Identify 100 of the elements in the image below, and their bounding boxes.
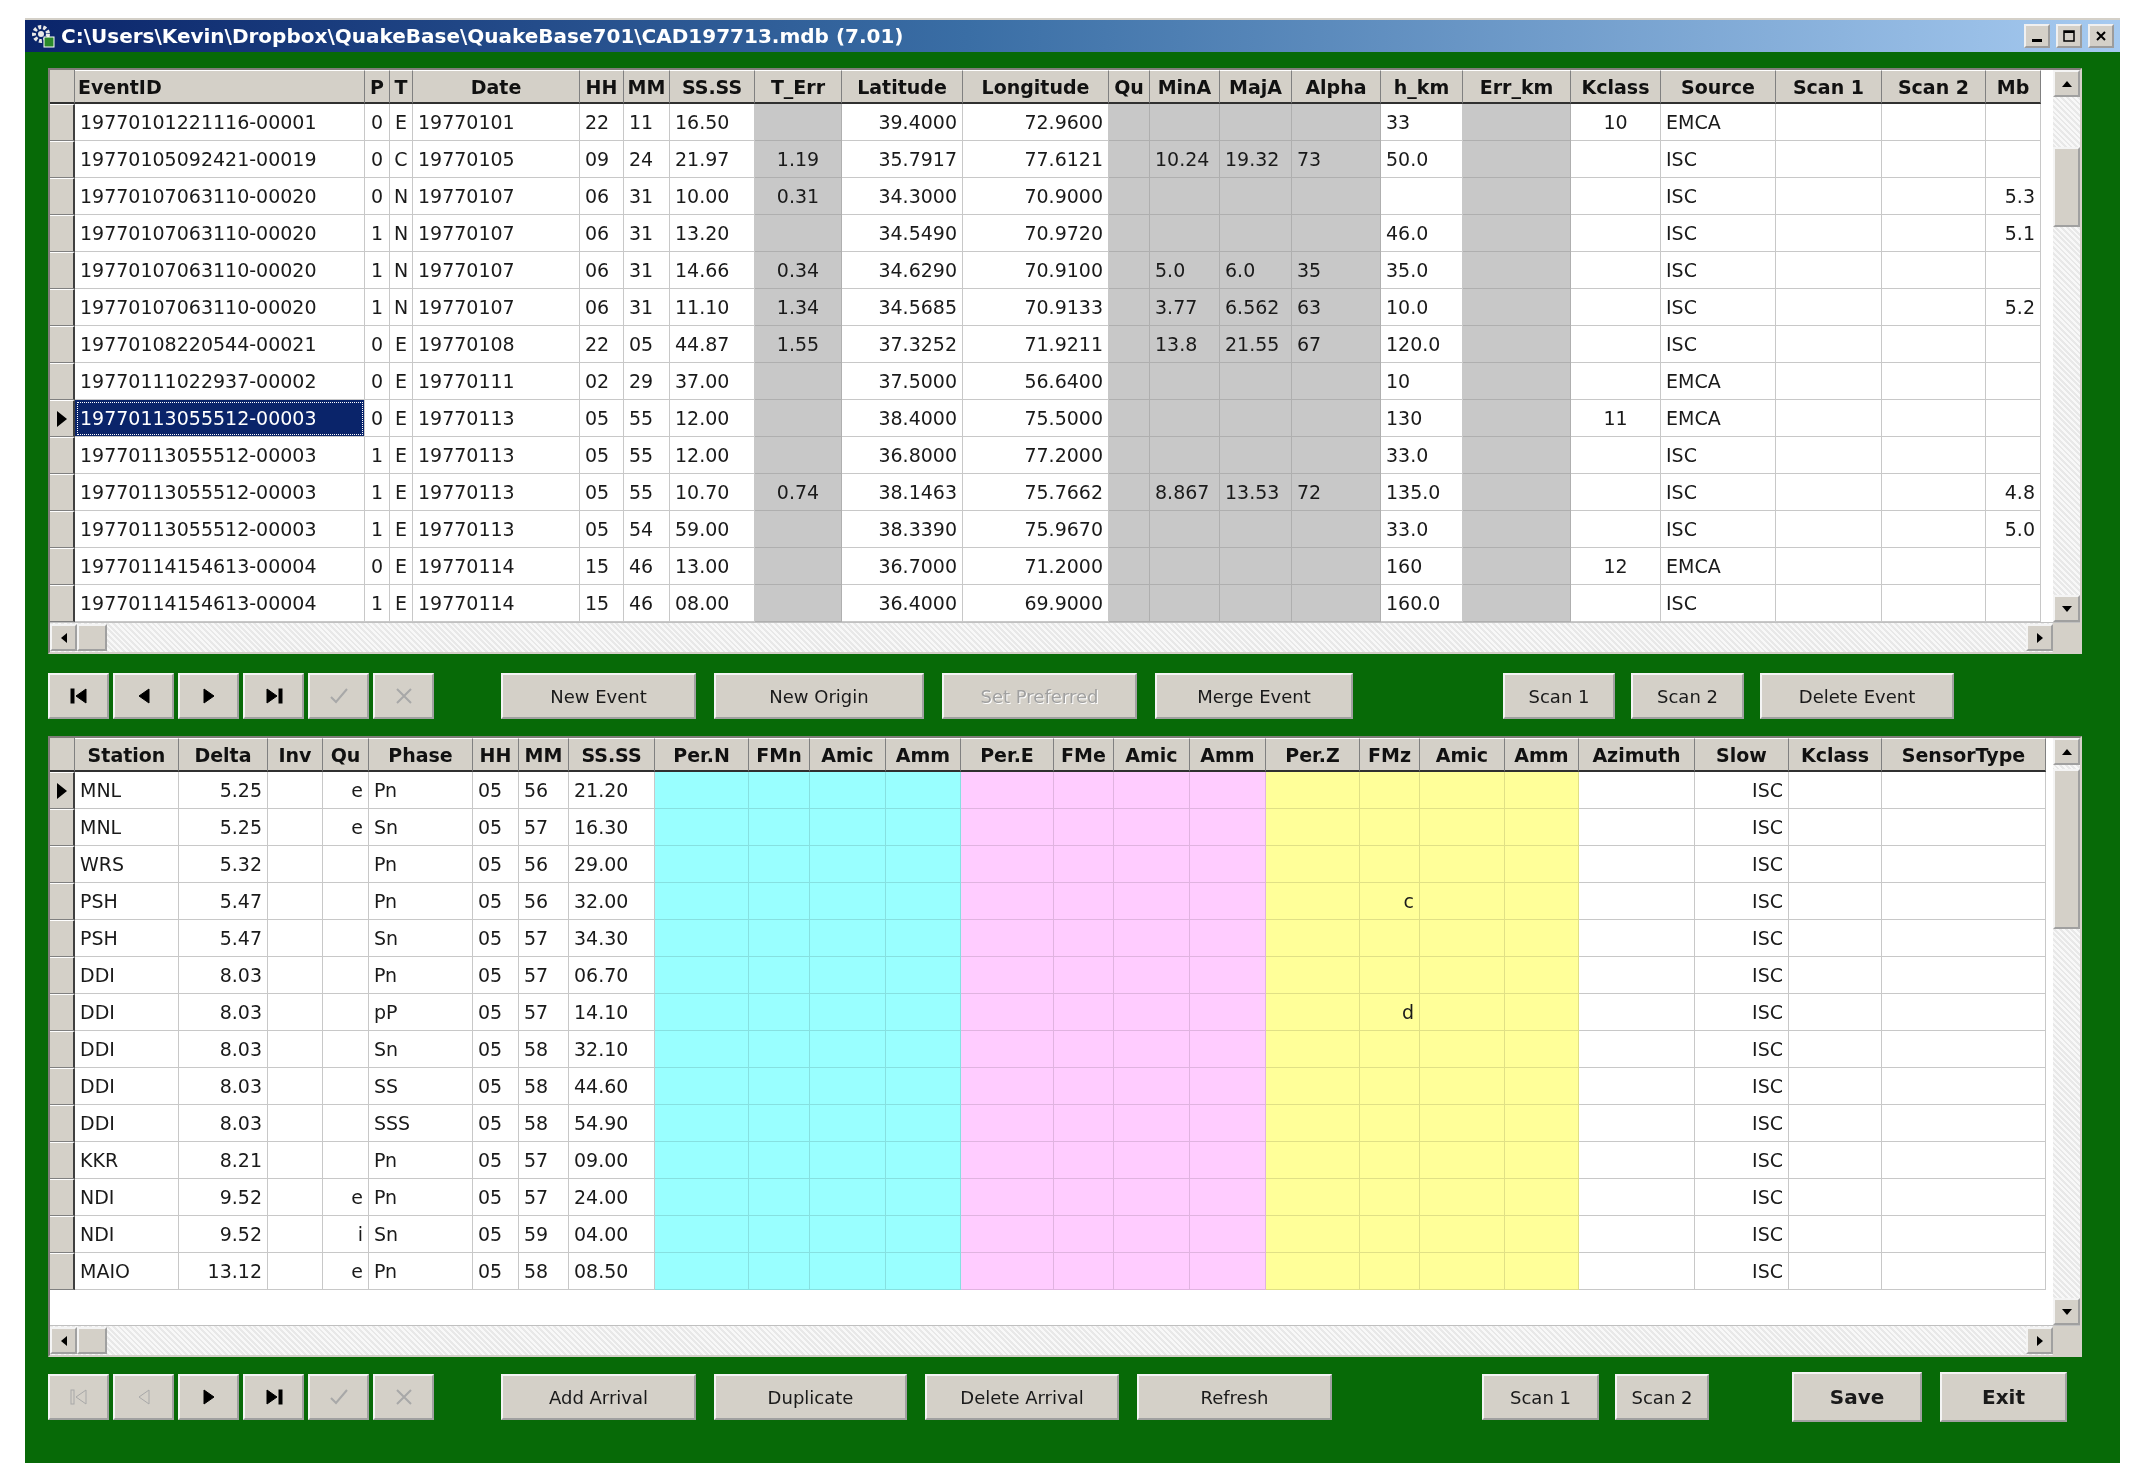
row-selector[interactable]	[50, 957, 75, 994]
column-header[interactable]: FMn	[749, 738, 810, 772]
column-header[interactable]: HH	[580, 70, 624, 104]
column-header[interactable]: Mb	[1986, 70, 2041, 104]
column-header[interactable]: Phase	[369, 738, 473, 772]
row-selector[interactable]	[50, 585, 75, 622]
row-selector[interactable]	[50, 363, 75, 400]
column-header[interactable]: P	[365, 70, 390, 104]
column-header[interactable]: Latitude	[842, 70, 963, 104]
row-selector[interactable]	[50, 1031, 75, 1068]
column-header[interactable]: SS.SS	[569, 738, 655, 772]
column-header[interactable]: MinA	[1150, 70, 1220, 104]
row-selector[interactable]	[50, 104, 75, 141]
row-selector[interactable]	[50, 1216, 75, 1253]
maximize-button[interactable]	[2056, 24, 2082, 48]
toolbar-button[interactable]: Delete Arrival	[925, 1374, 1119, 1420]
column-header[interactable]: HH	[473, 738, 519, 772]
toolbar-button[interactable]: Duplicate	[714, 1374, 907, 1420]
column-header[interactable]: Amic	[1114, 738, 1190, 772]
toolbar-button[interactable]: Scan 2	[1615, 1374, 1709, 1420]
last-record-button[interactable]	[243, 673, 304, 719]
column-header[interactable]: MM	[624, 70, 670, 104]
column-header[interactable]: Qu	[323, 738, 369, 772]
column-header[interactable]: SensorType	[1882, 738, 2046, 772]
row-selector[interactable]	[50, 1105, 75, 1142]
column-header[interactable]: MM	[519, 738, 569, 772]
row-selector[interactable]	[50, 511, 75, 548]
column-header[interactable]: Amic	[1420, 738, 1505, 772]
column-header[interactable]: Inv	[268, 738, 323, 772]
column-header[interactable]: Per.N	[655, 738, 749, 772]
horizontal-scrollbar[interactable]	[50, 1325, 2080, 1355]
toolbar-button[interactable]: Refresh	[1137, 1374, 1332, 1420]
scrollbar-thumb[interactable]	[77, 1327, 107, 1354]
column-header[interactable]: Delta	[179, 738, 268, 772]
column-header[interactable]: Station	[75, 738, 179, 772]
row-selector[interactable]	[50, 178, 75, 215]
row-selector[interactable]	[50, 809, 75, 846]
column-header[interactable]: Per.Z	[1266, 738, 1360, 772]
row-selector[interactable]	[50, 474, 75, 511]
row-selector[interactable]	[50, 437, 75, 474]
column-header[interactable]: Date	[413, 70, 580, 104]
column-header[interactable]: MajA	[1220, 70, 1292, 104]
column-header[interactable]: Source	[1661, 70, 1776, 104]
row-selector[interactable]	[50, 1179, 75, 1216]
toolbar-button[interactable]: Save	[1792, 1372, 1922, 1422]
row-selector[interactable]	[50, 846, 75, 883]
toolbar-button[interactable]: Add Arrival	[501, 1374, 696, 1420]
column-header[interactable]: T_Err	[755, 70, 842, 104]
column-header[interactable]: Amm	[886, 738, 961, 772]
toolbar-button[interactable]: Delete Event	[1760, 673, 1954, 719]
row-selector[interactable]	[50, 920, 75, 957]
scrollbar-thumb[interactable]	[77, 624, 107, 651]
column-header[interactable]: FMz	[1360, 738, 1420, 772]
row-selector[interactable]	[50, 400, 75, 437]
column-header[interactable]: Err_km	[1463, 70, 1571, 104]
toolbar-button[interactable]: New Event	[501, 673, 696, 719]
row-selector[interactable]	[50, 141, 75, 178]
column-header[interactable]: Alpha	[1292, 70, 1381, 104]
column-header[interactable]: Amic	[810, 738, 886, 772]
column-header[interactable]: FMe	[1054, 738, 1114, 772]
column-header[interactable]: Longitude	[963, 70, 1109, 104]
toolbar-button[interactable]: Scan 1	[1482, 1374, 1599, 1420]
row-selector[interactable]	[50, 1068, 75, 1105]
toolbar-button[interactable]: Scan 2	[1631, 673, 1744, 719]
column-header[interactable]: Slow	[1695, 738, 1789, 772]
column-header[interactable]: Per.E	[961, 738, 1054, 772]
row-selector[interactable]	[50, 1253, 75, 1290]
row-selector[interactable]	[50, 994, 75, 1031]
column-header[interactable]: Kclass	[1571, 70, 1661, 104]
toolbar-button[interactable]: Merge Event	[1155, 673, 1353, 719]
row-selector[interactable]	[50, 883, 75, 920]
column-header[interactable]: Scan 1	[1776, 70, 1882, 104]
next-record-button[interactable]	[178, 1374, 239, 1420]
column-header[interactable]: Amm	[1190, 738, 1266, 772]
scrollbar-thumb[interactable]	[2053, 147, 2080, 227]
column-header[interactable]: T	[390, 70, 413, 104]
vertical-scrollbar[interactable]	[2053, 738, 2080, 1325]
minimize-button[interactable]	[2024, 24, 2050, 48]
column-header[interactable]: SS.SS	[670, 70, 755, 104]
previous-record-button[interactable]	[113, 673, 174, 719]
column-header[interactable]: Qu	[1109, 70, 1150, 104]
scrollbar-thumb[interactable]	[2053, 769, 2080, 929]
last-record-button[interactable]	[243, 1374, 304, 1420]
row-selector[interactable]	[50, 772, 75, 809]
row-selector[interactable]	[50, 548, 75, 585]
horizontal-scrollbar[interactable]	[50, 622, 2080, 652]
column-header[interactable]: Scan 2	[1882, 70, 1986, 104]
row-selector[interactable]	[50, 215, 75, 252]
vertical-scrollbar[interactable]	[2053, 70, 2080, 622]
close-button[interactable]	[2088, 24, 2114, 48]
toolbar-button[interactable]: Scan 1	[1503, 673, 1615, 719]
row-selector[interactable]	[50, 289, 75, 326]
column-header[interactable]: Kclass	[1789, 738, 1882, 772]
column-header[interactable]: Amm	[1505, 738, 1579, 772]
column-header[interactable]: EventID	[75, 70, 365, 104]
row-selector[interactable]	[50, 1142, 75, 1179]
first-record-button[interactable]	[48, 673, 109, 719]
column-header[interactable]: h_km	[1381, 70, 1463, 104]
toolbar-button[interactable]: Exit	[1940, 1372, 2067, 1422]
toolbar-button[interactable]: New Origin	[714, 673, 924, 719]
